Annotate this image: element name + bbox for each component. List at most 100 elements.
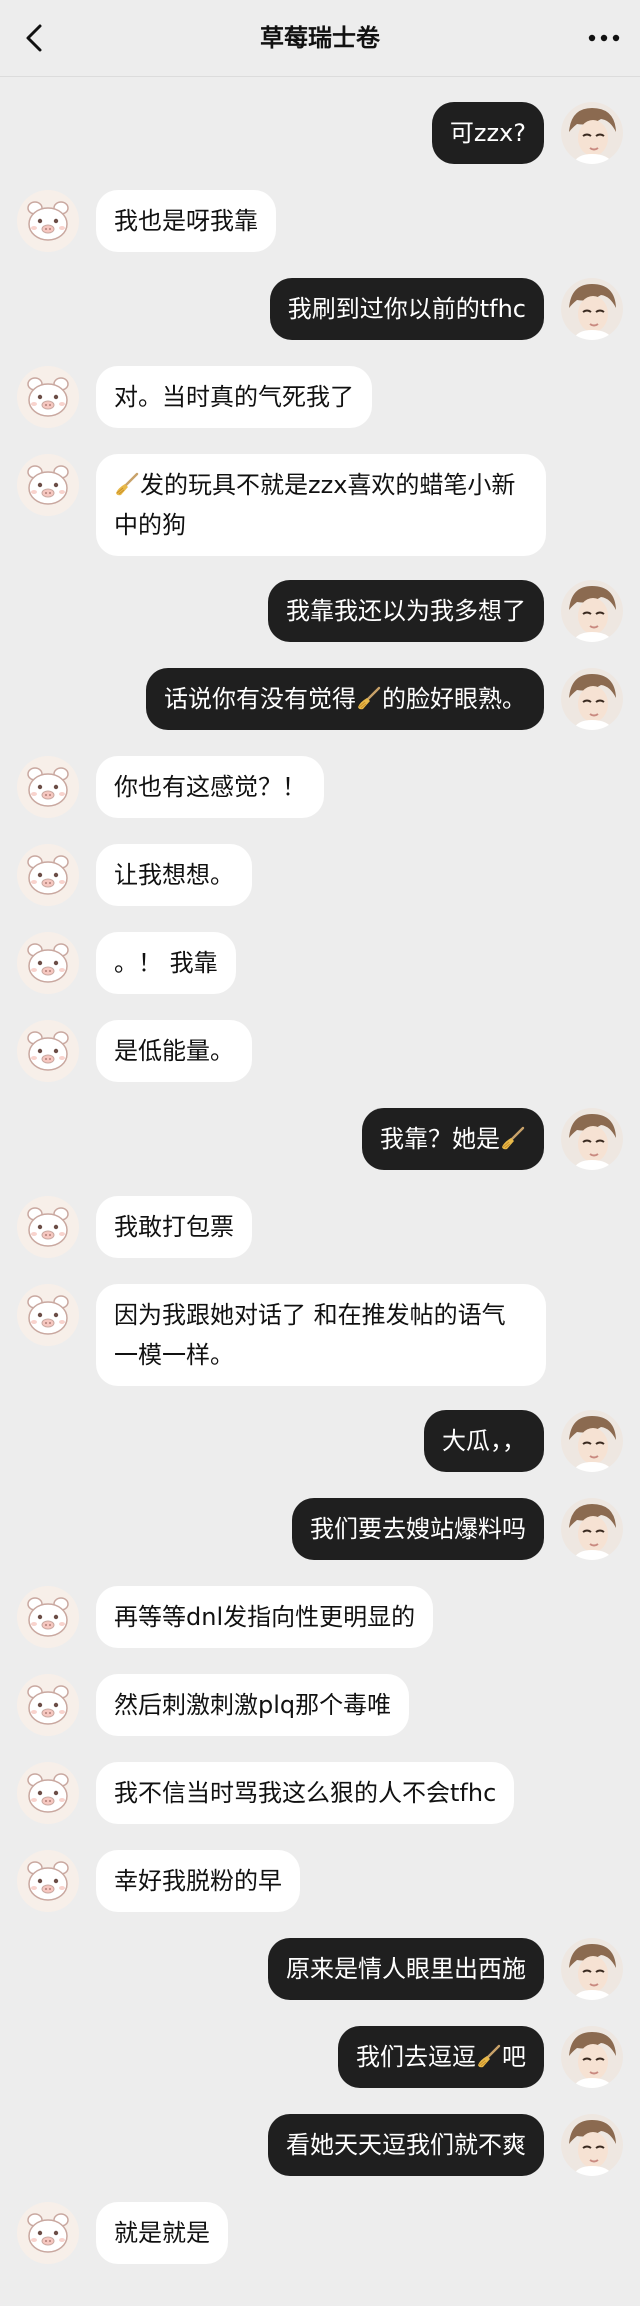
outgoing-message-bubble[interactable]: 我靠？她是 bbox=[362, 1108, 544, 1170]
incoming-message-bubble[interactable]: 再等等dnl发指向性更明显的 bbox=[96, 1586, 434, 1648]
person-avatar-icon bbox=[561, 1410, 623, 1472]
message-text: 我刷到过你以前的tfhc bbox=[287, 295, 526, 323]
contact-avatar[interactable] bbox=[17, 454, 79, 516]
message-text: 因为我跟她对话了 和在推发帖的语气一模一样。 bbox=[114, 1301, 506, 1369]
broom-emoji-icon bbox=[478, 2044, 501, 2068]
chat-title: 草莓瑞士卷 bbox=[260, 24, 380, 52]
contact-avatar[interactable] bbox=[17, 932, 79, 994]
contact-avatar[interactable] bbox=[17, 1284, 79, 1346]
contact-avatar[interactable] bbox=[17, 1020, 79, 1082]
outgoing-message-bubble[interactable]: 我靠我还以为我多想了 bbox=[268, 580, 544, 642]
message-text: 话说你有没有觉得 bbox=[164, 685, 356, 713]
my-avatar[interactable] bbox=[561, 1498, 623, 1560]
contact-avatar[interactable] bbox=[17, 190, 79, 252]
incoming-message-bubble[interactable]: 让我想想。 bbox=[96, 844, 252, 906]
incoming-message-bubble[interactable]: 发的玩具不就是zzx喜欢的蜡笔小新中的狗 bbox=[96, 454, 546, 556]
message-text: 发的玩具不就是zzx喜欢的蜡笔小新中的狗 bbox=[114, 471, 516, 539]
person-avatar-icon bbox=[561, 2026, 623, 2088]
message-text: 吧 bbox=[502, 2043, 526, 2071]
pig-avatar-icon bbox=[17, 1586, 79, 1648]
outgoing-message-bubble[interactable]: 原来是情人眼里出西施 bbox=[268, 1938, 544, 2000]
person-avatar-icon bbox=[561, 1938, 623, 2000]
my-avatar[interactable] bbox=[561, 668, 623, 730]
message-text: 我们要去嫂站爆料吗 bbox=[310, 1515, 526, 1543]
pig-avatar-icon bbox=[17, 756, 79, 818]
outgoing-message-bubble[interactable]: 我刷到过你以前的tfhc bbox=[269, 278, 544, 340]
incoming-message-bubble[interactable]: 因为我跟她对话了 和在推发帖的语气一模一样。 bbox=[96, 1284, 546, 1386]
message-text: 的脸好眼熟。 bbox=[382, 685, 526, 713]
contact-avatar[interactable] bbox=[17, 2202, 79, 2264]
message-text: 原来是情人眼里出西施 bbox=[286, 1955, 526, 1983]
person-avatar-icon bbox=[561, 102, 623, 164]
message-text: 我们去逗逗 bbox=[356, 2043, 476, 2071]
pig-avatar-icon bbox=[17, 932, 79, 994]
pig-avatar-icon bbox=[17, 454, 79, 516]
pig-avatar-icon bbox=[17, 1850, 79, 1912]
my-avatar[interactable] bbox=[561, 580, 623, 642]
my-avatar[interactable] bbox=[561, 2114, 623, 2176]
my-avatar[interactable] bbox=[561, 102, 623, 164]
contact-avatar[interactable] bbox=[17, 1586, 79, 1648]
message-text: 我敢打包票 bbox=[114, 1213, 234, 1241]
incoming-message-bubble[interactable]: 你也有这感觉？！ bbox=[96, 756, 324, 818]
message-text: 是低能量。 bbox=[114, 1037, 234, 1065]
person-avatar-icon bbox=[561, 668, 623, 730]
my-avatar[interactable] bbox=[561, 278, 623, 340]
pig-avatar-icon bbox=[17, 366, 79, 428]
incoming-message-bubble[interactable]: 就是就是 bbox=[96, 2202, 228, 2264]
incoming-message-bubble[interactable]: 然后刺激刺激plq那个毒唯 bbox=[96, 1674, 410, 1736]
message-text: 对。当时真的气死我了 bbox=[114, 383, 354, 411]
message-text: 就是就是 bbox=[114, 2219, 210, 2247]
contact-avatar[interactable] bbox=[17, 844, 79, 906]
person-avatar-icon bbox=[561, 2114, 623, 2176]
message-text: 看她天天逗我们就不爽 bbox=[286, 2131, 526, 2159]
message-text: 。！ 我靠 bbox=[114, 949, 218, 977]
contact-avatar[interactable] bbox=[17, 756, 79, 818]
message-text: 再等等dnl发指向性更明显的 bbox=[114, 1603, 416, 1631]
contact-avatar[interactable] bbox=[17, 366, 79, 428]
contact-avatar[interactable] bbox=[17, 1762, 79, 1824]
outgoing-message-bubble[interactable]: 话说你有没有觉得 的脸好眼熟。 bbox=[146, 668, 544, 730]
incoming-message-bubble[interactable]: 。！ 我靠 bbox=[96, 932, 236, 994]
pig-avatar-icon bbox=[17, 1284, 79, 1346]
pig-avatar-icon bbox=[17, 2202, 79, 2264]
my-avatar[interactable] bbox=[561, 1938, 623, 2000]
my-avatar[interactable] bbox=[561, 1410, 623, 1472]
incoming-message-bubble[interactable]: 我也是呀我靠 bbox=[96, 190, 276, 252]
message-text: 我不信当时骂我这么狠的人不会tfhc bbox=[114, 1779, 497, 1807]
message-text: 我靠我还以为我多想了 bbox=[286, 597, 526, 625]
my-avatar[interactable] bbox=[561, 1108, 623, 1170]
message-text: 可zzx? bbox=[449, 119, 526, 147]
pig-avatar-icon bbox=[17, 1762, 79, 1824]
incoming-message-bubble[interactable]: 幸好我脱粉的早 bbox=[96, 1850, 300, 1912]
message-text: 然后刺激刺激plq那个毒唯 bbox=[114, 1691, 392, 1719]
broom-emoji-icon bbox=[116, 472, 139, 496]
outgoing-message-bubble[interactable]: 我们要去嫂站爆料吗 bbox=[292, 1498, 544, 1560]
contact-avatar[interactable] bbox=[17, 1850, 79, 1912]
message-text: 让我想想。 bbox=[114, 861, 234, 889]
outgoing-message-bubble[interactable]: 大瓜，， bbox=[424, 1410, 544, 1472]
outgoing-message-bubble[interactable]: 我们去逗逗吧 bbox=[338, 2026, 544, 2088]
pig-avatar-icon bbox=[17, 1020, 79, 1082]
incoming-message-bubble[interactable]: 是低能量。 bbox=[96, 1020, 252, 1082]
person-avatar-icon bbox=[561, 580, 623, 642]
more-button[interactable] bbox=[582, 18, 626, 58]
message-text: 大瓜，， bbox=[442, 1427, 526, 1455]
more-dots-icon bbox=[588, 34, 620, 42]
incoming-message-bubble[interactable]: 我不信当时骂我这么狠的人不会tfhc bbox=[96, 1762, 515, 1824]
message-text: 我也是呀我靠 bbox=[114, 207, 258, 235]
outgoing-message-bubble[interactable]: 看她天天逗我们就不爽 bbox=[268, 2114, 544, 2176]
my-avatar[interactable] bbox=[561, 2026, 623, 2088]
incoming-message-bubble[interactable]: 对。当时真的气死我了 bbox=[96, 366, 372, 428]
person-avatar-icon bbox=[561, 1498, 623, 1560]
outgoing-message-bubble[interactable]: 可zzx? bbox=[431, 102, 544, 164]
pig-avatar-icon bbox=[17, 1196, 79, 1258]
message-text: 我靠？她是 bbox=[380, 1125, 500, 1153]
incoming-message-bubble[interactable]: 我敢打包票 bbox=[96, 1196, 252, 1258]
contact-avatar[interactable] bbox=[17, 1196, 79, 1258]
contact-avatar[interactable] bbox=[17, 1674, 79, 1736]
message-text: 你也有这感觉？！ bbox=[114, 773, 306, 801]
pig-avatar-icon bbox=[17, 844, 79, 906]
pig-avatar-icon bbox=[17, 190, 79, 252]
person-avatar-icon bbox=[561, 278, 623, 340]
